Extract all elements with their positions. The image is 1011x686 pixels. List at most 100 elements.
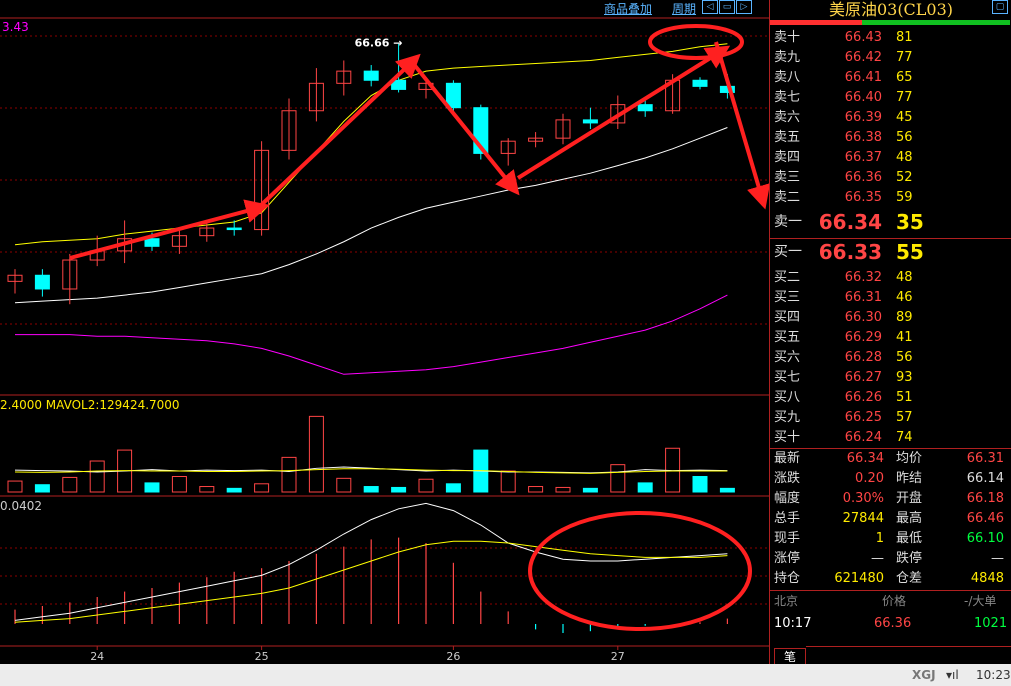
restore-icon[interactable]: ▢	[992, 0, 1008, 14]
candle	[226, 227, 242, 231]
volume-bar	[500, 470, 516, 493]
scroll-right-icon[interactable]: ▷	[736, 0, 752, 14]
tick-header-volume: -/大单	[964, 594, 997, 608]
volume-bar	[254, 483, 270, 493]
ask-row[interactable]: 卖九 66.42 77	[770, 48, 1011, 68]
ask-label: 卖八	[774, 70, 801, 85]
stat-value: 621480	[834, 571, 884, 586]
ask-row[interactable]: 卖十 66.43 81	[770, 28, 1011, 48]
bid-row[interactable]: 买九 66.25 57	[770, 408, 1011, 428]
title-bar-green	[862, 20, 1010, 25]
candle	[445, 82, 461, 109]
volume-bar	[363, 486, 379, 493]
ask-price: 66.38	[844, 130, 882, 145]
stat-row: 最新 66.34 均价 66.31	[770, 449, 1011, 469]
candle	[144, 238, 160, 247]
volume-bar	[555, 486, 571, 493]
stat-value: 27844	[842, 511, 884, 526]
ask-row[interactable]: 卖一 66.34 35	[770, 212, 1011, 236]
ask-label: 卖九	[774, 50, 801, 65]
title-bar-red	[770, 20, 862, 25]
ask-price: 66.43	[844, 30, 882, 45]
volume-bar	[692, 476, 708, 493]
ask-row[interactable]: 卖三 66.36 52	[770, 168, 1011, 188]
volume-bar	[34, 484, 50, 493]
bid-volume: 56	[896, 350, 913, 365]
bid-row[interactable]: 买六 66.28 56	[770, 348, 1011, 368]
stat-label: 总手	[774, 511, 801, 526]
candle	[692, 79, 708, 87]
bid-volume: 48	[896, 270, 913, 285]
ask-volume: 59	[896, 190, 913, 205]
bid-label: 买四	[774, 310, 801, 325]
stat-label: 幅度	[774, 491, 801, 506]
ma-line-magenta	[15, 294, 728, 375]
annotation-circle	[648, 24, 744, 60]
bid-label: 买六	[774, 350, 801, 365]
tab-ticks[interactable]: 笔	[774, 648, 806, 665]
ask-row[interactable]: 卖二 66.35 59	[770, 188, 1011, 208]
stat-label: 持仓	[774, 571, 801, 586]
volume-bar	[582, 487, 598, 493]
bid-label: 买二	[774, 270, 801, 285]
bid-row[interactable]: 买一 66.33 55	[770, 242, 1011, 266]
ask-row[interactable]: 卖五 66.38 56	[770, 128, 1011, 148]
ask-row[interactable]: 卖七 66.40 77	[770, 88, 1011, 108]
ask-row[interactable]: 卖六 66.39 45	[770, 108, 1011, 128]
bid-row[interactable]: 买八 66.26 51	[770, 388, 1011, 408]
instrument-title: 美原油03(CL03)	[828, 0, 954, 19]
volume-bar	[199, 486, 215, 493]
zoom-icon[interactable]: ▭	[719, 0, 735, 14]
signal-icon: ▾ıl	[946, 668, 959, 682]
bid-label: 买八	[774, 390, 801, 405]
stat-row: 涨跌 0.20 昨结 66.14	[770, 469, 1011, 489]
stat-row: 总手 27844 最高 66.46	[770, 509, 1011, 529]
ask-label: 卖一	[774, 214, 802, 230]
ask-row[interactable]: 卖四 66.37 48	[770, 148, 1011, 168]
tick-header-time: 北京	[774, 594, 799, 608]
ask-volume: 65	[896, 70, 913, 85]
mavol2-line	[14, 468, 728, 474]
ask-label: 卖二	[774, 190, 801, 205]
candle	[582, 119, 598, 124]
bid-volume: 57	[896, 410, 913, 425]
bid-label: 买三	[774, 290, 801, 305]
stat-value: 66.10	[966, 531, 1004, 546]
bid-row[interactable]: 买四 66.30 89	[770, 308, 1011, 328]
annotation-arrow	[516, 45, 731, 180]
bid-volume: 51	[896, 390, 913, 405]
volume-bar	[308, 415, 324, 493]
stat-value: 0.30%	[842, 491, 884, 506]
volume-bar	[89, 460, 105, 493]
bid-price: 66.27	[844, 370, 882, 385]
volume-bar	[336, 477, 352, 493]
ask-label: 卖七	[774, 90, 801, 105]
volume-bar	[610, 464, 626, 493]
tick-header-price: 价格	[882, 594, 907, 608]
bid-row[interactable]: 买十 66.24 74	[770, 428, 1011, 448]
ask-volume: 35	[896, 210, 924, 234]
ask-volume: 81	[896, 30, 913, 45]
quote-panel: 美原油03(CL03) ▢ 卖十 66.43 81 卖九 66.42 77 卖八 6…	[769, 0, 1011, 686]
ask-price: 66.42	[844, 50, 882, 65]
macd-indicator-label: 0.0402	[0, 499, 42, 513]
scroll-left-icon[interactable]: ◁	[702, 0, 718, 14]
volume-bar	[7, 480, 23, 493]
stat-value: 0.20	[855, 471, 884, 486]
volume-bar	[62, 476, 78, 493]
bid-row[interactable]: 买三 66.31 46	[770, 288, 1011, 308]
bid-row[interactable]: 买七 66.27 93	[770, 368, 1011, 388]
ask-volume: 77	[896, 90, 913, 105]
annotation-arrow	[714, 41, 769, 210]
overlay-button[interactable]: 商品叠加	[604, 0, 652, 17]
bid-row[interactable]: 买五 66.29 41	[770, 328, 1011, 348]
volume-bar	[528, 486, 544, 493]
stat-value: 66.34	[846, 451, 884, 466]
period-button[interactable]: 周期	[672, 0, 696, 17]
bid-row[interactable]: 买二 66.32 48	[770, 268, 1011, 288]
stat-value: 4848	[970, 571, 1004, 586]
stat-label: 跌停	[896, 551, 923, 566]
ask-row[interactable]: 卖八 66.41 65	[770, 68, 1011, 88]
tick-row: 10:17 66.36 1021	[770, 614, 1011, 634]
tick-time: 10:17	[774, 616, 812, 631]
